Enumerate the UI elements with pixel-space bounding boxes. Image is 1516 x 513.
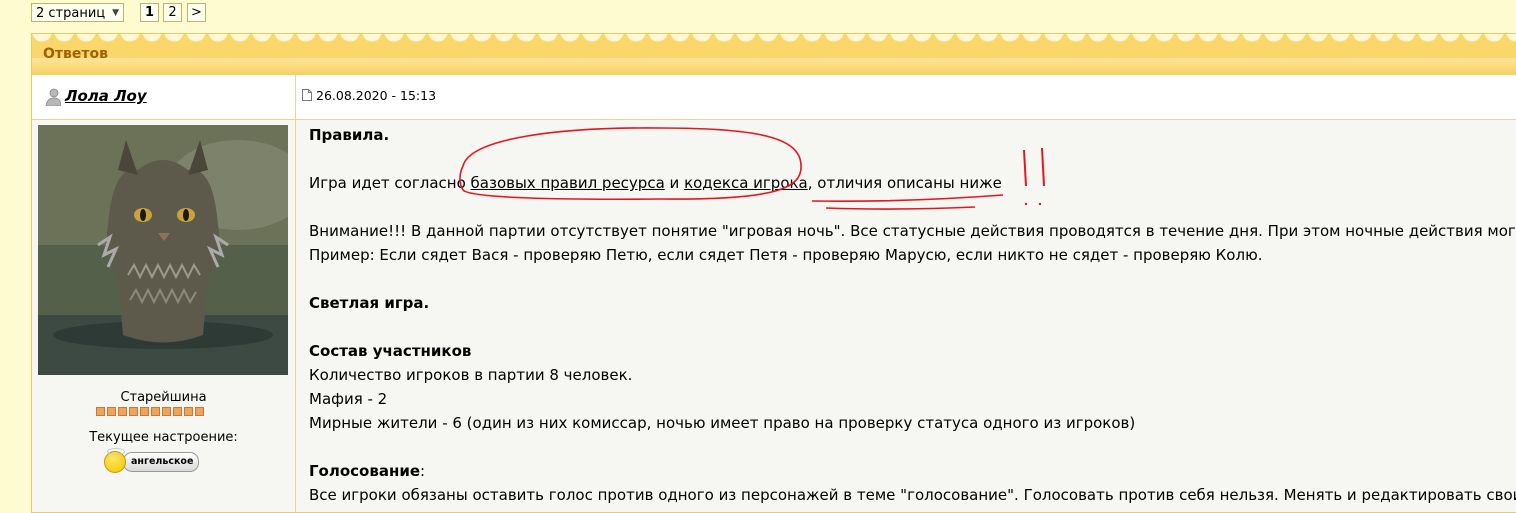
voting-text-line: Все игроки обязаны оставить голос против… — [309, 486, 1516, 504]
header-band — [32, 58, 1516, 75]
post-header: Ответов — [32, 34, 1516, 75]
post-date: 26.08.2020 - 15:13 — [316, 88, 437, 103]
avatar — [38, 125, 288, 375]
players-count-line: Количество игроков в партии 8 человек. — [309, 366, 633, 384]
rank-pips — [96, 407, 204, 416]
voting-colon: : — [420, 462, 426, 480]
rank-pip — [107, 407, 116, 416]
document-icon[interactable] — [302, 89, 312, 101]
chevron-down-icon: ▼ — [112, 8, 119, 18]
rank-pip — [140, 407, 149, 416]
author-name-link[interactable]: Лола Лоу — [65, 87, 147, 105]
rules-text-and: и — [664, 174, 685, 192]
post-body: Правила. Игра идет согласно базовых прав… — [309, 120, 1516, 512]
composition-heading: Состав участников — [309, 342, 472, 360]
page-1-button[interactable]: 1 — [140, 3, 159, 22]
rules-line: Игра идет согласно базовых правил ресурс… — [309, 171, 1002, 195]
mood-value: ангельское — [123, 452, 200, 472]
next-page-button[interactable]: > — [187, 3, 206, 22]
author-sidebar: Старейшина Текущее настроение: ангельско… — [32, 120, 296, 512]
rank-pip — [118, 407, 127, 416]
author-row: Лола Лоу 26.08.2020 - 15:13 — [32, 75, 1516, 120]
user-icon — [45, 88, 61, 106]
rules-text: Игра идет согласно — [309, 174, 471, 192]
player-code-link[interactable]: кодекса игрока — [684, 174, 808, 192]
divider — [295, 75, 296, 119]
rank-pip — [173, 407, 182, 416]
cat-avatar-image — [38, 125, 288, 375]
base-rules-link[interactable]: базовых правил ресурса — [471, 174, 665, 192]
rank-pip — [96, 407, 105, 416]
light-game-heading: Светлая игра. — [309, 294, 430, 312]
member-rank: Старейшина — [120, 390, 207, 405]
rules-text-tail: , отличия описаны ниже — [807, 174, 1002, 192]
post: Ответов Лола Лоу 26.08.2020 - 15:13 Стар… — [31, 33, 1516, 513]
rank-pip — [162, 407, 171, 416]
mafia-count-line: Мафия - 2 — [309, 390, 388, 408]
voting-title: Голосование — [309, 462, 421, 480]
post-header-title: Ответов — [43, 46, 108, 62]
rank-pip — [184, 407, 193, 416]
rank-pip — [151, 407, 160, 416]
header-decoration — [32, 34, 1516, 50]
rank-pip — [129, 407, 138, 416]
rules-title: Правила. — [309, 126, 390, 144]
pages-dropdown[interactable]: 2 страниц ▼ — [31, 3, 124, 22]
angel-smiley-icon — [104, 448, 126, 473]
page-2-button[interactable]: 2 — [163, 3, 182, 22]
voting-heading: Голосование: — [309, 459, 425, 483]
citizens-count-line: Мирные жители - 6 (один из них комиссар,… — [309, 414, 1136, 432]
attention-line: Внимание!!! В данной партии отсутствует … — [309, 222, 1516, 240]
mood-label: Текущее настроение: — [89, 430, 238, 445]
example-line: Пример: Если сядет Вася - проверяю Петю,… — [309, 246, 1263, 264]
mood-badge: ангельское — [104, 448, 200, 473]
pages-dropdown-label: 2 страниц — [36, 6, 106, 21]
rank-pip — [195, 407, 204, 416]
